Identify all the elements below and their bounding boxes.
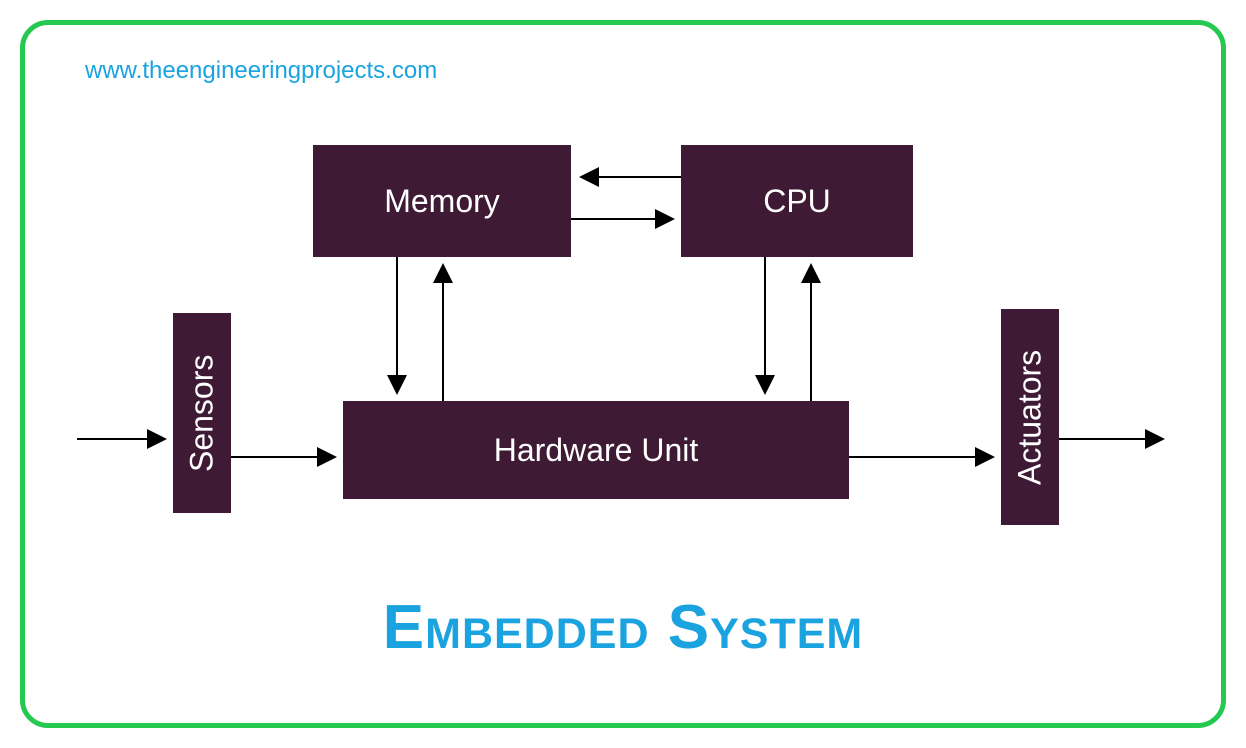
diagram-title: Embedded System	[25, 592, 1221, 663]
block-sensors: Sensors	[173, 313, 231, 513]
block-label: Memory	[384, 183, 500, 220]
block-label: Hardware Unit	[494, 432, 699, 469]
block-label: CPU	[763, 183, 831, 220]
block-memory: Memory	[313, 145, 571, 257]
block-cpu: CPU	[681, 145, 913, 257]
frame: www.theengineeringprojects.com Memory CP…	[20, 20, 1226, 728]
block-label: Sensors	[184, 354, 221, 471]
block-hardware: Hardware Unit	[343, 401, 849, 499]
block-label: Actuators	[1012, 349, 1049, 484]
block-actuators: Actuators	[1001, 309, 1059, 525]
